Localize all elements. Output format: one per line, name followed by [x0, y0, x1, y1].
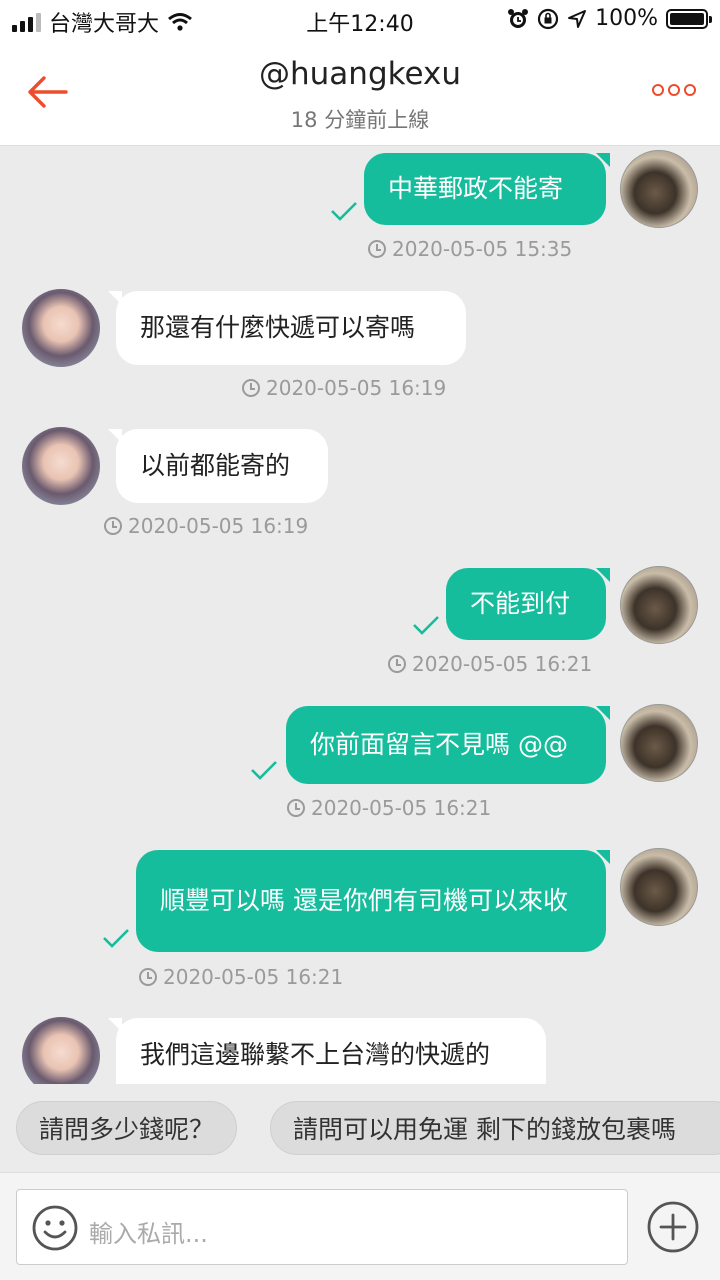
contact-username[interactable]: @huangkexu	[0, 56, 720, 92]
message-bubble[interactable]: 你前面留言不見嗎 @@	[286, 706, 606, 784]
rotation-lock-icon	[537, 8, 559, 29]
message-timestamp: 2020-05-05 16:19	[104, 514, 308, 538]
message-bubble[interactable]: 中華郵政不能寄	[364, 153, 606, 225]
bubble-tail	[596, 568, 610, 582]
input-placeholder: 輸入私訊...	[89, 1220, 208, 1248]
message-input[interactable]: 輸入私訊...	[16, 1189, 628, 1265]
message-bubble[interactable]: 那還有什麼快遞可以寄嗎	[116, 291, 466, 365]
message-incoming: 我們這邊聯繫不上台灣的快遞的	[0, 1000, 720, 1084]
quick-reply-chip[interactable]: 請問可以用免運 剩下的錢放包裹嗎	[270, 1101, 720, 1155]
message-text: 中華郵政不能寄	[388, 174, 564, 203]
last-online-status: 18 分鐘前上線	[290, 108, 430, 132]
clock-icon	[287, 799, 305, 817]
alarm-icon	[508, 8, 529, 28]
clock-icon	[104, 517, 122, 535]
clock-icon	[139, 968, 157, 986]
message-timestamp: 2020-05-05 16:21	[388, 652, 592, 676]
bubble-tail	[596, 153, 610, 167]
my-avatar	[620, 704, 698, 782]
battery-icon	[666, 8, 712, 29]
contact-avatar[interactable]	[22, 427, 100, 505]
message-text: 我們這邊聯繫不上台灣的快遞的	[140, 1040, 491, 1069]
bubble-tail	[596, 850, 610, 864]
message-text: 不能到付	[470, 589, 571, 618]
bubble-tail	[108, 429, 122, 443]
message-text: 順豐可以嗎 還是你們有司機可以來收	[160, 886, 568, 915]
smiley-icon[interactable]	[31, 1204, 79, 1252]
message-text: 你前面留言不見嗎 @@	[310, 730, 568, 759]
message-bubble[interactable]: 不能到付	[446, 568, 606, 640]
read-check-icon	[331, 202, 357, 221]
clock-icon	[368, 240, 386, 258]
bubble-tail	[108, 1018, 122, 1032]
battery-percent: 100%	[595, 6, 658, 31]
my-avatar	[620, 150, 698, 228]
location-icon	[568, 9, 587, 28]
message-text: 那還有什麼快遞可以寄嗎	[140, 313, 416, 342]
clock-icon	[242, 379, 260, 397]
quick-reply-chip[interactable]: 請問多少錢呢？	[16, 1101, 238, 1155]
my-avatar	[620, 566, 698, 644]
chat-header: @huangkexu 18 分鐘前上線	[0, 38, 720, 146]
read-check-icon	[413, 616, 439, 635]
message-bubble[interactable]: 以前都能寄的	[116, 429, 328, 503]
message-text: 以前都能寄的	[140, 451, 291, 480]
bubble-tail	[596, 706, 610, 720]
read-check-icon	[251, 761, 277, 780]
message-timestamp: 2020-05-05 16:19	[242, 376, 446, 400]
more-dots-icon[interactable]	[652, 84, 696, 96]
bubble-tail	[108, 291, 122, 305]
status-bar: 台灣大哥大 上午12:40 100%	[0, 0, 720, 38]
message-composer: 輸入私訊...	[0, 1172, 720, 1280]
my-avatar	[620, 848, 698, 926]
message-timestamp: 2020-05-05 16:21	[287, 796, 491, 820]
clock-icon	[388, 655, 406, 673]
plus-circle-icon[interactable]	[646, 1200, 700, 1254]
message-timestamp: 2020-05-05 15:35	[368, 237, 572, 261]
message-bubble[interactable]: 順豐可以嗎 還是你們有司機可以來收	[136, 850, 606, 952]
message-timestamp: 2020-05-05 16:21	[139, 965, 343, 989]
contact-avatar[interactable]	[22, 289, 100, 367]
read-check-icon	[103, 929, 129, 948]
contact-avatar[interactable]	[22, 1017, 100, 1084]
message-bubble[interactable]: 我們這邊聯繫不上台灣的快遞的	[116, 1018, 546, 1084]
